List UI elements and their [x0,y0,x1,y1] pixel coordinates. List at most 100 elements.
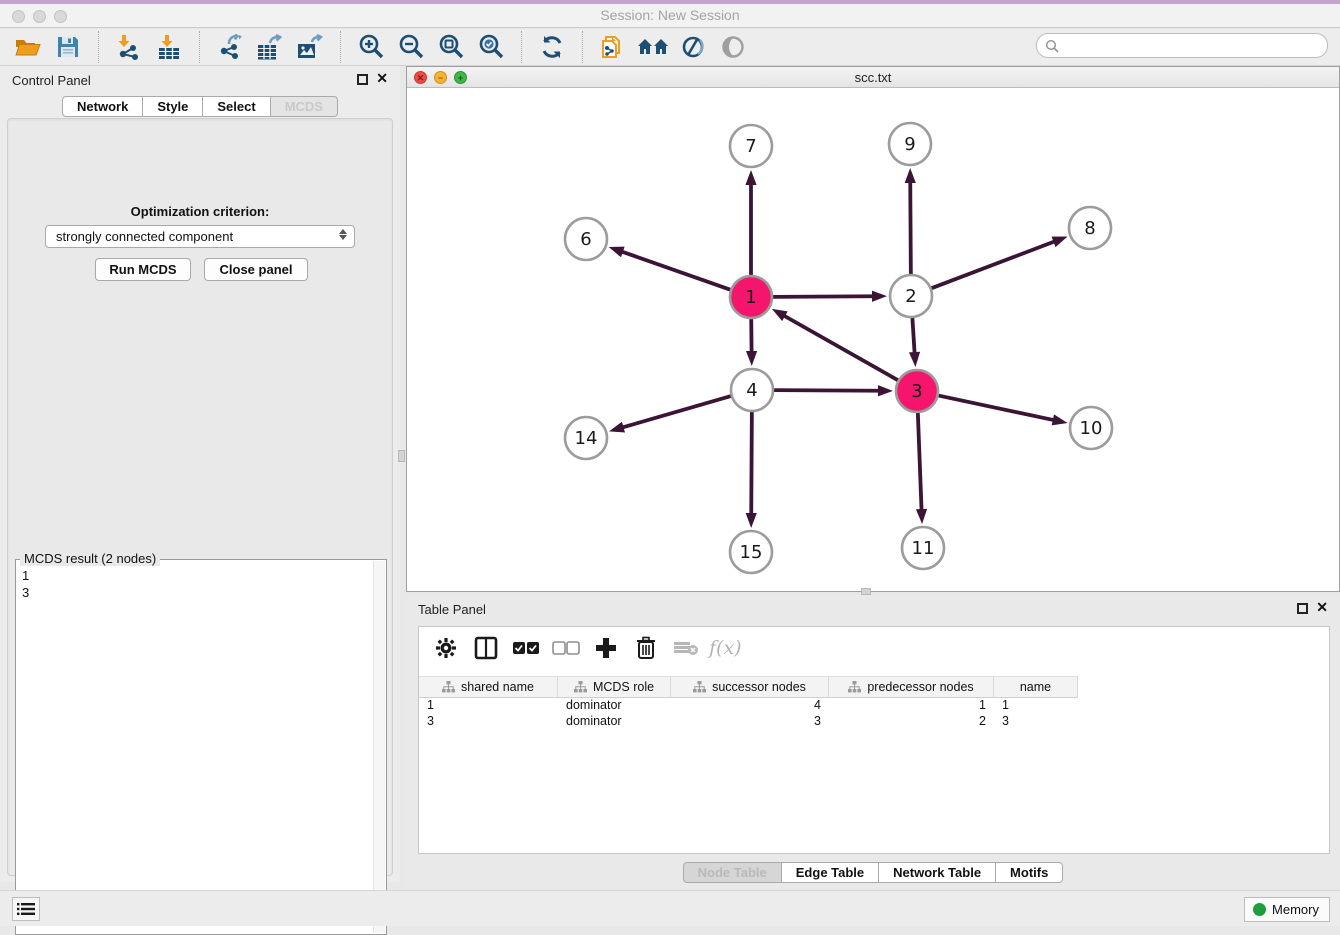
edge-4-3[interactable] [774,390,880,391]
main-toolbar [0,29,1340,66]
mcds-result-scrollbar[interactable] [373,561,385,933]
table-panel-title: Table Panel [418,602,486,617]
function-builder-icon: f(x) [709,637,742,659]
edge-4-14[interactable] [622,396,731,428]
column-layout-icon[interactable] [469,633,503,663]
close-table-panel-icon[interactable]: ✕ [1316,599,1328,616]
graph-node-label-15: 15 [740,542,763,563]
tab-network-table[interactable]: Network Table [879,862,996,883]
zoom-out-icon[interactable] [391,32,431,62]
arrowhead-3-11 [916,509,927,524]
cell-successor-nodes[interactable]: 4 [671,698,829,714]
cell-shared-name[interactable]: 3 [419,714,558,730]
import-network-icon[interactable] [109,32,149,62]
column-header-shared-name[interactable]: shared name [419,676,558,698]
edge-1-6[interactable] [621,251,730,289]
memory-button[interactable]: Memory [1244,897,1330,922]
select-all-icon[interactable] [509,633,543,663]
edge-3-1[interactable] [783,315,898,380]
task-history-button[interactable] [12,897,40,921]
tab-node-table[interactable]: Node Table [683,862,782,883]
chevron-up-down-icon [339,229,347,240]
network-graph[interactable]: 7968124314101511 [407,88,1339,591]
arrowhead-1-4 [746,351,757,366]
network-canvas[interactable]: 7968124314101511 [407,88,1339,591]
birdseye-icon[interactable] [713,32,753,62]
cell-name[interactable]: 1 [994,698,1078,714]
table-row[interactable]: 3dominator323 [419,714,1329,730]
edge-3-11[interactable] [918,413,922,511]
arrowhead-2-9 [905,168,916,183]
zoom-selected-icon[interactable] [471,32,511,62]
edge-2-9[interactable] [910,181,911,274]
network-window-titlebar[interactable]: ✕ − + scc.txt [407,67,1339,88]
delete-row-icon[interactable] [629,633,663,663]
column-header-MCDS-role[interactable]: MCDS role [558,676,671,698]
horizontal-splitter-handle[interactable] [861,588,871,595]
zoom-in-icon[interactable] [351,32,391,62]
search-field[interactable] [1036,33,1328,58]
arrowhead-4-14 [609,422,625,433]
tab-edge-table[interactable]: Edge Table [782,862,879,883]
edge-1-2[interactable] [773,296,874,297]
edge-2-3[interactable] [912,318,914,354]
column-header-label: predecessor nodes [867,680,973,694]
deselect-all-icon[interactable] [549,633,583,663]
optimization-criterion-value: strongly connected component [56,229,233,244]
settings-gear-icon[interactable] [429,633,463,663]
tab-select[interactable]: Select [203,96,270,117]
table-row[interactable]: 1dominator411 [419,698,1329,714]
edge-2-8[interactable] [932,241,1056,288]
add-row-icon[interactable] [589,633,623,663]
column-header-predecessor-nodes[interactable]: predecessor nodes [829,676,994,698]
cell-successor-nodes[interactable]: 3 [671,714,829,730]
table-toolbar: f(x) [419,627,1329,669]
hide-details-icon[interactable] [673,32,713,62]
float-panel-icon[interactable] [357,74,368,85]
cell-name[interactable]: 3 [994,714,1078,730]
vertical-splitter-handle[interactable] [398,450,405,462]
search-input[interactable] [1059,36,1327,56]
arrowhead-3-1 [772,309,788,321]
export-network-icon[interactable] [210,32,250,62]
import-table-icon[interactable] [149,32,189,62]
open-file-icon[interactable] [8,32,48,62]
tab-mcds[interactable]: MCDS [271,96,338,117]
column-tree-icon [574,681,587,693]
column-header-successor-nodes[interactable]: successor nodes [671,676,829,698]
cell-predecessor-nodes[interactable]: 2 [829,714,994,730]
graph-node-label-10: 10 [1080,418,1103,439]
first-neighbors-icon[interactable] [633,32,673,62]
cell-shared-name[interactable]: 1 [419,698,558,714]
export-image-icon[interactable] [290,32,330,62]
close-panel-icon[interactable]: ✕ [376,70,388,87]
tab-style[interactable]: Style [143,96,203,117]
arrowhead-2-3 [909,352,920,367]
column-tree-icon [848,681,861,693]
cell-MCDS-role[interactable]: dominator [558,714,671,730]
edge-3-10[interactable] [939,396,1055,421]
float-table-panel-icon[interactable] [1297,603,1308,614]
tab-motifs[interactable]: Motifs [996,862,1063,883]
table-header-row: shared nameMCDS rolesuccessor nodes prede… [419,676,1078,698]
cell-predecessor-nodes[interactable]: 1 [829,698,994,714]
close-panel-button[interactable]: Close panel [204,258,308,281]
cell-MCDS-role[interactable]: dominator [558,698,671,714]
column-header-name[interactable]: name [994,676,1078,698]
refresh-icon[interactable] [532,32,572,62]
clone-network-icon[interactable] [593,32,633,62]
graph-node-label-7: 7 [745,136,756,157]
graph-node-label-3: 3 [911,381,922,402]
mcds-result-title: MCDS result (2 nodes) [20,551,160,566]
run-mcds-button[interactable]: Run MCDS [95,258,191,281]
control-panel: Control Panel ✕ NetworkStyleSelectMCDS O… [0,66,400,882]
window-titlebar: Session: New Session [0,0,1340,28]
tab-network[interactable]: Network [62,96,143,117]
edge-4-15[interactable] [751,412,752,515]
optimization-criterion-select[interactable]: strongly connected component [45,225,355,248]
zoom-fit-icon[interactable] [431,32,471,62]
mcds-result-box: MCDS result (2 nodes) 13 [15,559,387,935]
export-table-icon[interactable] [250,32,290,62]
mcds-result-list: 13 [22,567,29,601]
save-session-icon[interactable] [48,32,88,62]
